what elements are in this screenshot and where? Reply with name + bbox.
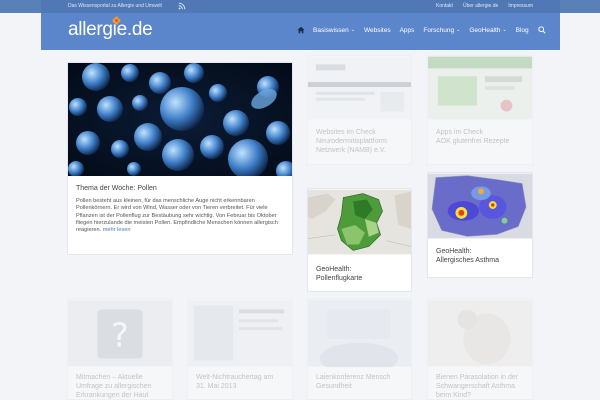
card-text: Apps im Check AOK glutenfrei Rezepte [436, 128, 528, 146]
card-line: AOK glutenfrei Rezepte [436, 138, 510, 145]
card-schwangerschaft[interactable]: Bienen Parasolation in der Schwangerscha… [427, 298, 533, 400]
card-line: Neurodermitisplattform [316, 138, 387, 145]
nav-label: Basiswissen [313, 26, 349, 34]
card-line: Mitmachen – Aktuelle [76, 374, 143, 381]
nav-basiswissen[interactable]: Basiswissen ⌄ [313, 27, 355, 34]
rss-icon[interactable] [178, 2, 186, 10]
card-line: Apps im Check [436, 129, 484, 136]
card-line: Umfrage zu allergischen [76, 383, 152, 390]
card-line: Netzwerk (NAMB) e.V. [316, 147, 386, 154]
card-umfrage[interactable]: ? Mitmachen – Aktuelle Umfrage zu allerg… [67, 298, 173, 400]
card-line: Bienen Parasolation in der [436, 374, 519, 381]
card-line: Schwangerschaft Asthma [436, 383, 515, 390]
top-link-impressum[interactable]: Impressum [508, 3, 533, 9]
asthma-map-image [428, 173, 532, 239]
card-line: GeoHealth: [436, 248, 472, 255]
card-thumbnail [428, 56, 532, 120]
card-line: Welt-Nichtrauchertag am [196, 374, 274, 381]
card-laienkonferenz[interactable]: Laienkonferenz Mensch Gesundheit [307, 298, 412, 400]
card-websites-check[interactable]: Websites im Check Neurodermitisplattform… [307, 55, 412, 165]
card-line: Gesundheit [316, 383, 352, 390]
card-text: GeoHealth: Allergisches Asthma [436, 247, 528, 265]
card-line: Laienkonferenz Mensch [316, 374, 391, 381]
featured-text: Pollen besteht aus kleinen, für das mens… [76, 198, 288, 234]
card-pollenflugkarte[interactable]: GeoHealth: Pollenflugkarte [307, 188, 412, 292]
nav-label: Apps [399, 26, 415, 34]
pollen-image [68, 63, 292, 176]
card-line: Allergisches Asthma [436, 257, 500, 264]
site-header: allergie.de Basiswissen ⌄ Websites Apps F… [41, 13, 560, 50]
top-link-ueber[interactable]: Über allergie.de [463, 3, 498, 9]
card-thumbnail [308, 56, 411, 120]
logo-flower-icon [112, 16, 121, 25]
featured-title[interactable]: Thema der Woche: Pollen [76, 184, 157, 193]
nav-label: Forschung [423, 26, 455, 34]
nav-label: Blog [515, 26, 529, 34]
top-links: Kontakt Über allergie.de Impressum [436, 3, 533, 9]
card-text: Bienen Parasolation in der Schwangerscha… [436, 373, 528, 399]
card-thumbnail [308, 299, 411, 367]
card-thumbnail [188, 299, 292, 367]
home-icon[interactable] [297, 26, 305, 34]
nav-blog[interactable]: Blog [516, 27, 529, 34]
card-apps-check[interactable]: Apps im Check AOK glutenfrei Rezepte [427, 55, 533, 165]
card-text: Mitmachen – Aktuelle Umfrage zu allergis… [76, 373, 168, 399]
svg-text:?: ? [111, 316, 129, 355]
nav-forschung[interactable]: Forschung ⌄ [423, 27, 460, 34]
card-text: GeoHealth: Pollenflugkarte [316, 265, 408, 283]
nav-label: GeoHealth [469, 26, 501, 34]
chevron-down-icon: ⌄ [502, 27, 507, 33]
card-line: Websites im Check [316, 129, 376, 136]
card-line: Erkrankungen der Haut [76, 392, 149, 399]
card-allergisches-asthma[interactable]: GeoHealth: Allergisches Asthma [427, 172, 533, 278]
card-line: 31. Mai 2013 [196, 383, 237, 390]
card-line: beim Kind? [436, 392, 472, 399]
nav-geohealth[interactable]: GeoHealth ⌄ [469, 27, 506, 34]
card-thumbnail [428, 299, 532, 367]
card-line: Pollenflugkarte [316, 275, 363, 282]
card-text: Websites im Check Neurodermitisplattform… [316, 128, 408, 155]
search-icon[interactable] [537, 26, 546, 34]
card-text: Welt-Nichtrauchertag am 31. Mai 2013 [196, 373, 288, 391]
card-thumbnail: ? [68, 299, 172, 367]
site-logo[interactable]: allergie.de [68, 19, 153, 41]
site-tagline: Das Wissensportal zu Allergie und Umwelt [68, 3, 162, 9]
pollen-map-image [308, 189, 411, 255]
featured-card[interactable]: Thema der Woche: Pollen Pollen besteht a… [67, 62, 293, 255]
chevron-down-icon: ⌄ [350, 27, 355, 33]
card-line: GeoHealth: [316, 266, 352, 273]
top-link-kontakt[interactable]: Kontakt [436, 3, 453, 9]
chevron-down-icon: ⌄ [456, 27, 461, 33]
card-nichtrauchertag[interactable]: Welt-Nichtrauchertag am 31. Mai 2013 [187, 298, 293, 400]
nav-apps[interactable]: Apps [400, 27, 415, 34]
card-text: Laienkonferenz Mensch Gesundheit [316, 373, 408, 391]
nav-websites[interactable]: Websites [364, 27, 391, 34]
read-more-link[interactable]: mehr lesen [103, 227, 131, 233]
nav-label: Websites [363, 26, 391, 34]
main-nav: Basiswissen ⌄ Websites Apps Forschung ⌄ Ge… [297, 26, 546, 34]
